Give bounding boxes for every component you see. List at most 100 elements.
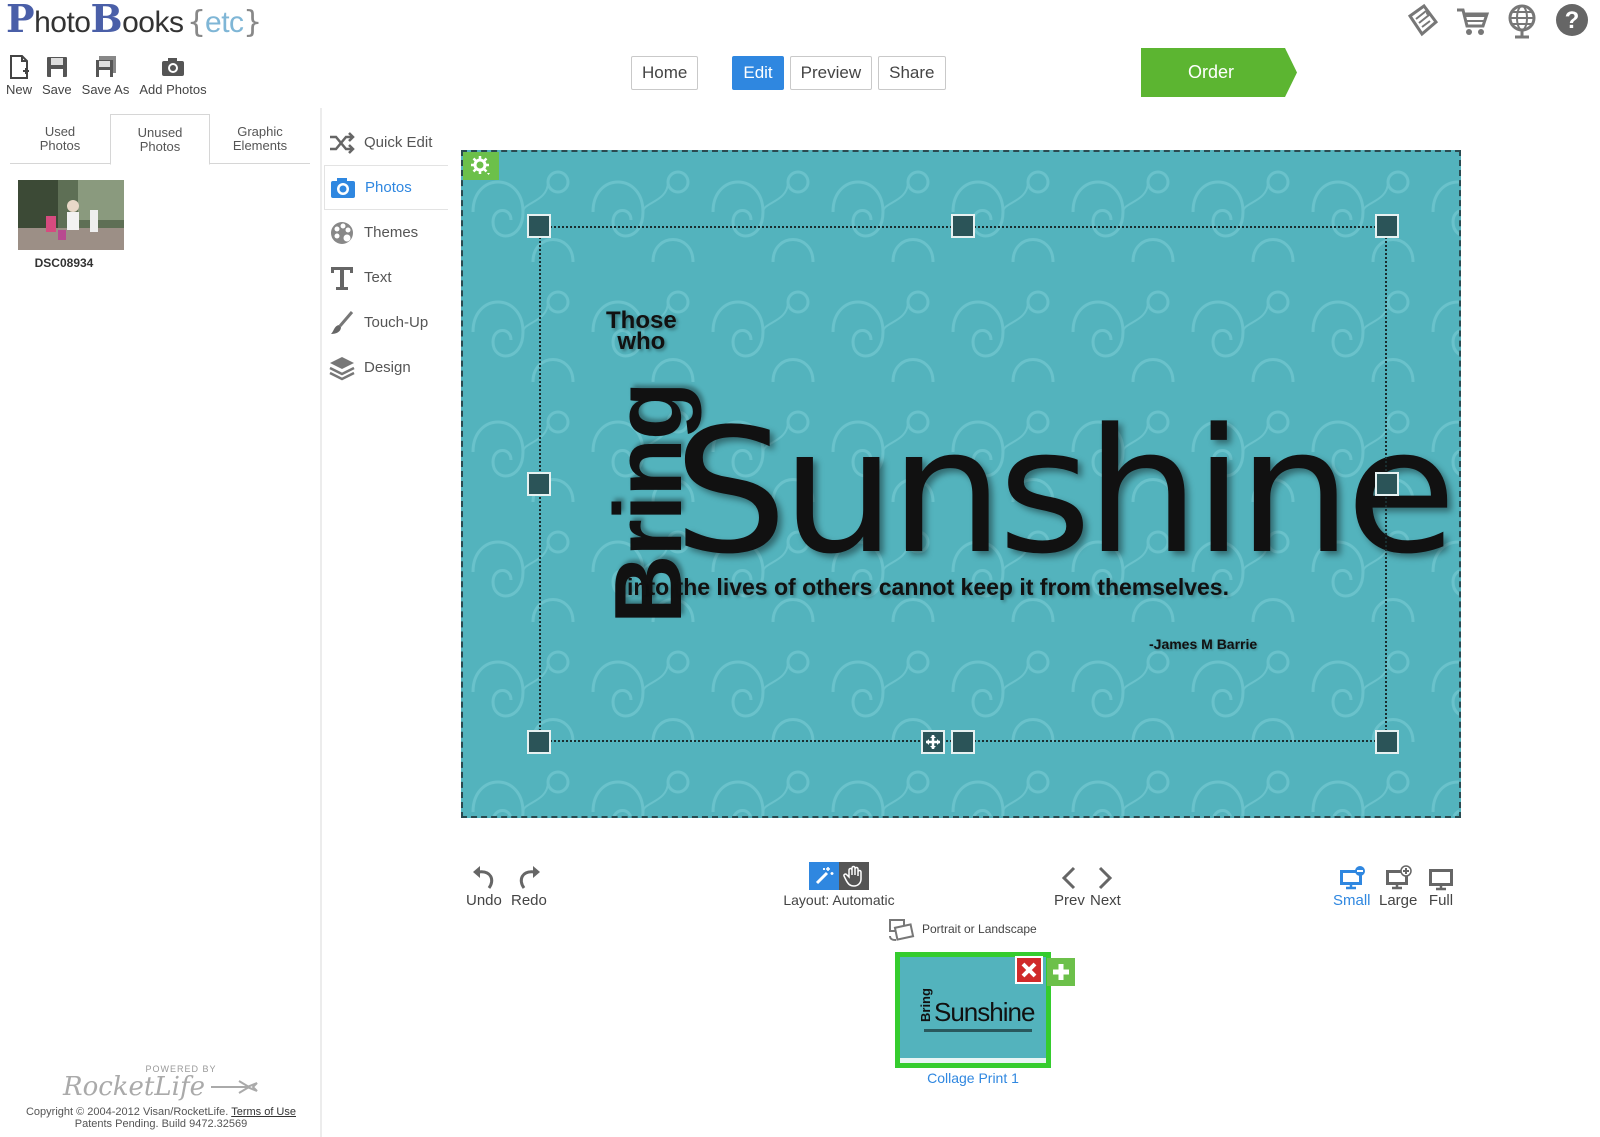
tab-graphic-elements[interactable]: Graphic Elements (210, 114, 310, 164)
resize-handle-bottom-right[interactable] (1375, 730, 1399, 754)
plus-icon (1053, 964, 1069, 980)
order-label: Order (1187, 62, 1234, 82)
preview-button[interactable]: Preview (789, 56, 873, 90)
terms-of-use-link[interactable]: Terms of Use (231, 1106, 296, 1118)
patents-text: Patents Pending. Build 9472.32569 (74, 1118, 248, 1130)
page-settings-button[interactable] (463, 152, 499, 180)
brush-icon (331, 310, 354, 334)
add-page-button[interactable] (1047, 958, 1075, 986)
resize-handle-bottom[interactable] (951, 730, 975, 754)
redo-button[interactable]: Redo (511, 864, 547, 909)
camera-icon (331, 177, 355, 198)
photo-frame-selection[interactable] (539, 226, 1387, 742)
tool-menu: Quick Edit Photos Themes Text Touch-Up D… (324, 120, 448, 390)
monitor-large-icon (1386, 865, 1412, 890)
tab-used-photos[interactable]: Used Photos (10, 114, 110, 164)
auto-layout-button[interactable] (809, 862, 839, 890)
logo-brace-close: } (243, 5, 262, 40)
cart-icon[interactable] (1454, 2, 1490, 40)
save-as-icon (95, 56, 116, 77)
monitor-full-icon (1429, 869, 1453, 891)
page-label[interactable]: Collage Print 1 (895, 1070, 1051, 1086)
help-icon[interactable]: ? (1554, 2, 1590, 40)
tool-label: Design (364, 359, 411, 376)
move-handle[interactable] (921, 730, 945, 754)
page-canvas[interactable]: Those who Bring Sunshine into the lives … (461, 150, 1461, 818)
order-button[interactable]: Order (1141, 48, 1297, 97)
rocketlife-logo: RocketLife (0, 1072, 322, 1102)
palette-icon (331, 221, 353, 244)
delete-page-button[interactable] (1015, 956, 1043, 984)
page-thumb-text-line (924, 1029, 1032, 1032)
logo-brace-open: { (187, 5, 206, 40)
tool-label: Quick Edit (364, 134, 433, 151)
tool-label: Text (364, 269, 392, 286)
save-label: Save (42, 82, 72, 97)
resize-handle-top[interactable] (951, 214, 975, 238)
hand-icon (843, 865, 862, 887)
tab-unused-photos[interactable]: Unused Photos (110, 114, 210, 165)
photo-panel: Used Photos Unused Photos Graphic Elemen… (0, 108, 322, 1137)
new-label: New (6, 82, 33, 97)
tool-photos[interactable]: Photos (324, 165, 448, 210)
tool-design[interactable]: Design (324, 345, 448, 390)
shuffle-icon (330, 131, 355, 154)
copyright-line: Copyright © 2004-2012 Visan/RocketLife. … (0, 1106, 322, 1118)
camera-icon (161, 58, 184, 76)
view-large-button[interactable]: Large (1379, 864, 1417, 909)
new-button[interactable]: New (6, 54, 32, 97)
app-logo: Photo Books {etc} (6, 0, 262, 44)
tool-label: Photos (365, 179, 412, 196)
prev-page-button[interactable]: Prev (1054, 864, 1085, 909)
resize-handle-top-right[interactable] (1375, 214, 1399, 238)
globe-icon[interactable] (1504, 2, 1540, 40)
tool-label: Themes (364, 224, 419, 241)
undo-icon (472, 866, 494, 889)
logo-etc: etc (205, 6, 244, 39)
undo-label: Undo (466, 892, 502, 909)
tool-text[interactable]: Text (324, 255, 448, 300)
undo-button[interactable]: Undo (466, 864, 502, 909)
view-small-button[interactable]: Small (1333, 864, 1371, 909)
manual-layout-button[interactable] (839, 862, 869, 890)
rocket-icon (210, 1080, 258, 1094)
small-label: Small (1333, 892, 1371, 909)
photo-image (18, 180, 124, 250)
tool-themes[interactable]: Themes (324, 210, 448, 255)
resize-handle-top-left[interactable] (527, 214, 551, 238)
photo-thumbnail[interactable] (18, 180, 124, 250)
home-button[interactable]: Home (631, 56, 699, 90)
coupon-icon[interactable] (1404, 2, 1440, 40)
resize-handle-left[interactable] (527, 472, 551, 496)
main-nav: Home Edit Preview Share (631, 56, 946, 90)
add-photos-label: Add Photos (139, 82, 207, 97)
monitor-small-icon (1339, 866, 1365, 890)
rocketlife-wordmark: RocketLife (63, 1072, 205, 1102)
large-label: Large (1379, 892, 1418, 909)
resize-handle-bottom-left[interactable] (527, 730, 551, 754)
save-button[interactable]: Save (42, 54, 72, 97)
resize-handle-right[interactable] (1375, 472, 1399, 496)
tool-touch-up[interactable]: Touch-Up (324, 300, 448, 345)
top-right-icons: ? (1404, 2, 1590, 40)
move-arrows-icon (926, 735, 940, 749)
tool-quick-edit[interactable]: Quick Edit (324, 120, 448, 165)
chevron-left-icon (1062, 866, 1076, 890)
full-label: Full (1428, 892, 1454, 909)
save-as-button[interactable]: Save As (81, 54, 130, 97)
logo-hoto: hoto (34, 6, 91, 39)
text-icon (331, 266, 353, 290)
share-button[interactable]: Share (878, 56, 946, 90)
logo-ooks: ooks (122, 6, 184, 39)
chevron-right-icon (1099, 866, 1113, 890)
footer: POWERED BY RocketLife Copyright © 2004-2… (0, 1064, 322, 1130)
file-toolbar: New Save Save As Add Photos (6, 54, 207, 97)
logo-letter-p: P (6, 0, 35, 41)
save-as-label: Save As (81, 82, 130, 97)
add-photos-button[interactable]: Add Photos (139, 54, 207, 97)
orientation-toggle[interactable]: Portrait or Landscape (886, 916, 1037, 942)
tool-label: Touch-Up (364, 314, 429, 331)
view-full-button[interactable]: Full (1426, 864, 1456, 909)
edit-button[interactable]: Edit (732, 56, 784, 90)
next-page-button[interactable]: Next (1090, 864, 1121, 909)
